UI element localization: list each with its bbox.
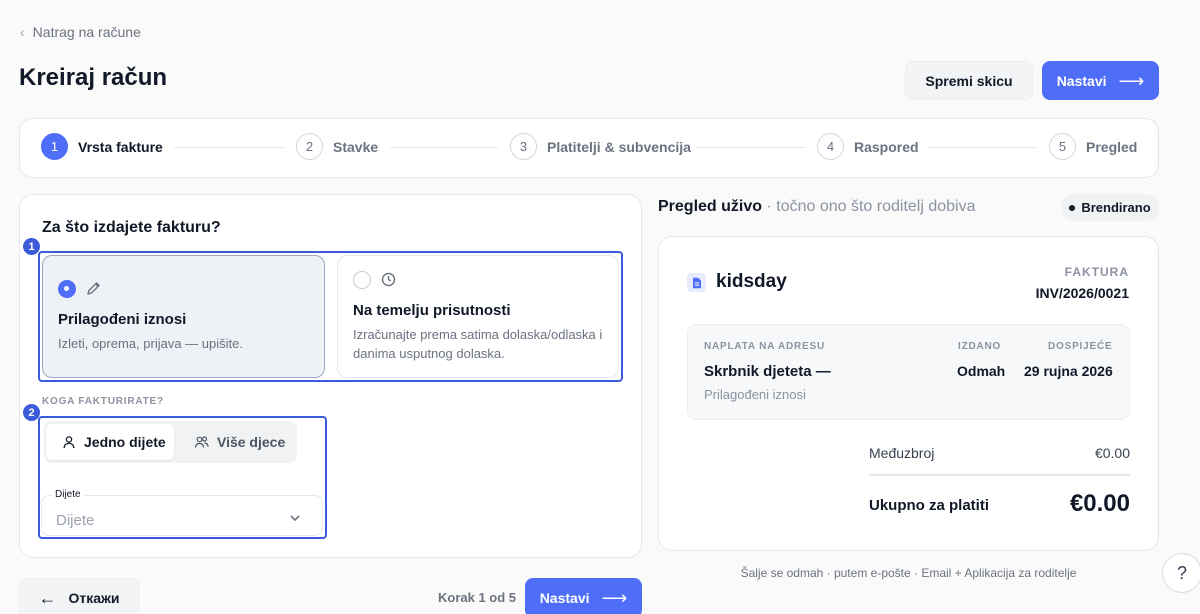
back-link[interactable]: ‹ Natrag na račune xyxy=(20,24,141,40)
subtotal-label: Međuzbroj xyxy=(869,445,935,461)
delivery-note: Šalje se odmah · putem e-pošte · Email +… xyxy=(740,566,1077,580)
branded-badge-label: Brendirano xyxy=(1081,200,1151,215)
option-title: Prilagođeni iznosi xyxy=(58,311,187,328)
step-number: 3 xyxy=(510,133,537,160)
clock-icon xyxy=(381,272,396,287)
multiple-children-label: Više djece xyxy=(217,434,286,450)
chevron-down-icon xyxy=(290,515,300,522)
live-preview-heading: Pregled uživo · točno ono što roditelj d… xyxy=(658,198,976,216)
next-button-top[interactable]: Nastavi ⟶ xyxy=(1042,61,1159,100)
billing-caption: NAPLATA NA ADRESU xyxy=(704,341,826,352)
people-icon xyxy=(194,436,209,448)
step-connector xyxy=(697,147,805,148)
arrow-left-icon: ← xyxy=(38,588,57,608)
step-label: Pregled xyxy=(1086,138,1138,155)
step-2[interactable]: 2 Stavke xyxy=(296,133,378,160)
step-label: Platitelji & subvencija xyxy=(547,138,691,155)
billing-target-toggle: Jedno dijete Više djece xyxy=(44,421,297,463)
due-caption: DOSPIJEĆE xyxy=(1048,341,1113,352)
branded-badge: Brendirano xyxy=(1061,194,1159,221)
step-1[interactable]: 1 Vrsta fakture xyxy=(41,133,163,160)
document-icon xyxy=(687,273,706,292)
step-number: 4 xyxy=(817,133,844,160)
step-label: Raspored xyxy=(854,138,919,155)
arrow-right-icon: ⟶ xyxy=(601,588,628,608)
single-child-button[interactable]: Jedno dijete xyxy=(46,424,174,460)
total-value: €0.00 xyxy=(1069,490,1130,517)
step-connector xyxy=(928,147,1036,148)
live-preview-title: Pregled uživo xyxy=(658,198,763,215)
step-label: Stavke xyxy=(333,138,379,155)
totals-divider xyxy=(869,474,1130,476)
step-counter: Korak 1 od 5 xyxy=(438,590,517,605)
step-4[interactable]: 4 Raspored xyxy=(817,133,919,160)
chevron-left-icon: ‹ xyxy=(20,24,25,40)
issued-caption: IZDANO xyxy=(958,341,1002,352)
cancel-button-label: Откажи xyxy=(68,590,120,606)
due-value: 29 rujna 2026 xyxy=(1024,363,1113,379)
billing-name: Skrbnik djeteta — xyxy=(704,363,831,380)
single-child-label: Jedno dijete xyxy=(84,434,166,450)
child-select-value: Dijete xyxy=(56,512,95,529)
live-preview-subtitle: · točno ono što roditelj dobiva xyxy=(762,198,976,215)
next-button-bottom[interactable]: Nastavi ⟶ xyxy=(525,578,642,614)
radio-attendance-based[interactable] xyxy=(353,271,371,289)
invoice-number: INV/2026/0021 xyxy=(1035,285,1129,301)
step-connector xyxy=(174,147,284,148)
step-number: 2 xyxy=(296,133,323,160)
invoice-type-question: Za što izdajete fakturu? xyxy=(42,219,221,236)
brand-name: kidsday xyxy=(716,271,787,292)
step-label: Vrsta fakture xyxy=(78,138,163,155)
dot-icon xyxy=(1069,204,1076,211)
step-number: 5 xyxy=(1049,133,1076,160)
invoice-doc-type: FAKTURA xyxy=(1064,265,1129,279)
page-title: Kreiraj račun xyxy=(19,64,168,91)
next-button-label: Nastavi xyxy=(539,590,590,606)
subtotal-value: €0.00 xyxy=(1094,445,1130,461)
question-mark-icon: ? xyxy=(1176,562,1187,583)
billing-target-label: KOGA FAKTURIRATE? xyxy=(42,396,164,407)
help-button[interactable]: ? xyxy=(1162,553,1200,593)
save-draft-button[interactable]: Spremi skicu xyxy=(905,61,1033,100)
step-number: 1 xyxy=(41,133,68,160)
step-3[interactable]: 3 Platitelji & subvencija xyxy=(510,133,691,160)
step-5[interactable]: 5 Pregled xyxy=(1049,133,1137,160)
multiple-children-button[interactable]: Više djece xyxy=(178,424,294,460)
person-icon xyxy=(63,436,75,449)
back-link-label: Natrag na račune xyxy=(32,24,141,40)
radio-custom-amounts[interactable] xyxy=(58,280,76,298)
annotation-marker-1: 1 xyxy=(23,238,40,255)
issued-value: Odmah xyxy=(957,363,1006,379)
option-description: Izleti, oprema, prijava — upišite. xyxy=(58,336,243,351)
next-button-label: Nastavi xyxy=(1056,72,1107,89)
cancel-button[interactable]: ← Откажи xyxy=(19,578,139,614)
pencil-icon xyxy=(87,282,100,295)
option-title: Na temelju prisutnosti xyxy=(353,302,511,319)
billing-subtext: Prilagođeni iznosi xyxy=(704,387,806,402)
child-select-legend: Dijete xyxy=(52,489,84,500)
arrow-right-icon: ⟶ xyxy=(1118,70,1145,91)
total-label: Ukupno za platiti xyxy=(869,497,989,514)
step-connector xyxy=(390,147,498,148)
option-description: Izračunajte prema satima dolaska/odlaska… xyxy=(353,327,603,361)
